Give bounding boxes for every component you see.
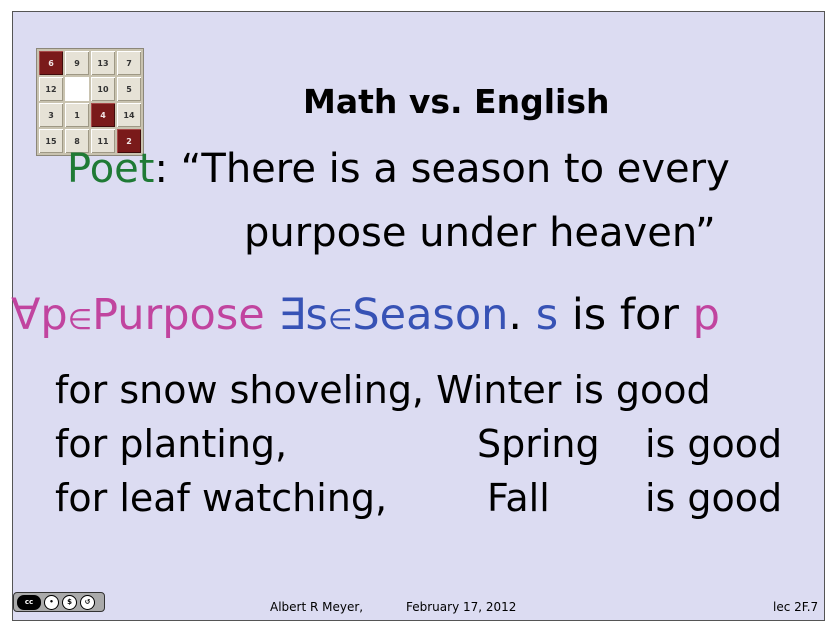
formula-dot: . (508, 290, 523, 340)
example-activity: for planting, (55, 422, 288, 466)
example-verdict: is good (645, 422, 783, 466)
puzzle-tile: 6 (39, 51, 63, 75)
quote-line-2: purpose under heaven” (244, 210, 716, 256)
puzzle-tile: 12 (39, 77, 63, 101)
puzzle-tile: 3 (39, 103, 63, 127)
footer-lecture: lec 2F.7 (773, 600, 819, 614)
footer-author: Albert R Meyer, (270, 600, 364, 614)
element-of-symbol-2: ∈ (327, 303, 353, 336)
quote-text-1: : “There is a season to every (154, 146, 730, 192)
puzzle-tile: 9 (65, 51, 89, 75)
quote-speaker: Poet (67, 146, 155, 192)
season-set: Season (352, 290, 509, 340)
cc-logo-icon: cc (17, 594, 41, 610)
example-verdict: is good (645, 476, 783, 520)
puzzle-tile: 1 (65, 103, 89, 127)
is-for-text: is for (571, 290, 679, 340)
puzzle-tile: 4 (91, 103, 115, 127)
element-of-symbol-1: ∈ (67, 303, 93, 336)
slide: 6 9 13 7 12 10 5 3 1 4 14 15 8 11 2 Math vs. English P… (11, 11, 825, 621)
puzzle-tile: 15 (39, 129, 63, 153)
exists-s: ∃s (278, 290, 328, 340)
puzzle-tile: 13 (91, 51, 115, 75)
slide-title: Math vs. English (303, 82, 610, 121)
example-row-winter: for snow shoveling, Winter is good (55, 368, 711, 412)
var-p: p (692, 290, 720, 340)
example-activity: for leaf watching, (55, 476, 388, 520)
var-s: s (535, 290, 559, 340)
puzzle-empty-slot (65, 77, 89, 101)
footer-date: February 17, 2012 (406, 600, 517, 614)
sharealike-icon: ↺ (80, 594, 95, 610)
logic-formula: ∀p∈Purpose ∃s∈Season. s is for p (11, 290, 720, 340)
fifteen-puzzle-image: 6 9 13 7 12 10 5 3 1 4 14 15 8 11 2 (36, 48, 144, 156)
puzzle-tile: 14 (117, 103, 141, 127)
quote-line-1: Poet: “There is a season to every (67, 146, 730, 192)
puzzle-tile: 5 (117, 77, 141, 101)
attribution-icon: • (44, 594, 59, 610)
example-season: Fall (487, 476, 550, 520)
example-season: Spring (477, 422, 600, 466)
puzzle-tile: 10 (91, 77, 115, 101)
noncommercial-icon: $ (62, 594, 77, 610)
puzzle-tile: 7 (117, 51, 141, 75)
example-row-spring: for planting, Spring is good (55, 422, 795, 466)
example-row-fall: for leaf watching, Fall is good (55, 476, 795, 520)
forall-p: ∀p (11, 290, 68, 340)
purpose-set: Purpose (92, 290, 265, 340)
creative-commons-badge[interactable]: cc • $ ↺ (13, 592, 105, 612)
example-text: for snow shoveling, Winter is good (55, 368, 711, 412)
